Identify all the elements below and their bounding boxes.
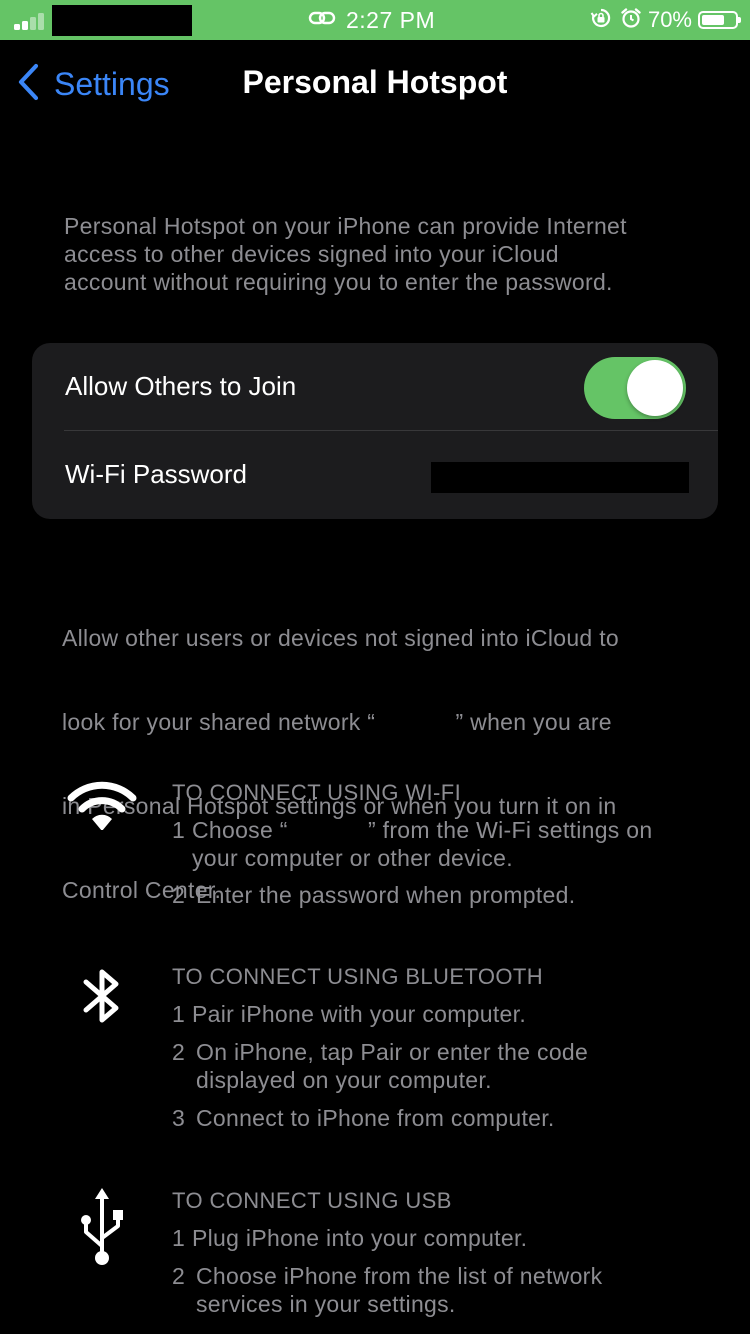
intro-description: Personal Hotspot on your iPhone can prov…: [64, 212, 627, 296]
orientation-lock-icon: [590, 7, 612, 34]
step-number: 2: [172, 1263, 186, 1289]
toggle-knob: [627, 360, 683, 416]
battery-percent: 70%: [647, 7, 692, 32]
usb-icon: [64, 1186, 140, 1266]
hotspot-link-icon: [308, 9, 336, 32]
step-text: On iPhone, tap Pair or enter the code: [196, 1039, 589, 1065]
step-text: Enter the password when prompted.: [196, 882, 576, 908]
status-time: 2:27 PM: [346, 6, 436, 33]
bluetooth-icon: [64, 966, 140, 1026]
allow-others-toggle[interactable]: [584, 357, 686, 419]
battery-icon: [698, 11, 741, 29]
step-number: 2: [172, 1039, 186, 1065]
step-number: 2: [172, 882, 186, 908]
step-text: services in your settings.: [196, 1291, 456, 1317]
wifi-password-label: Wi-Fi Password: [65, 459, 248, 489]
status-center: 2:27 PM: [308, 5, 435, 35]
allow-others-row[interactable]: Allow Others to Join: [32, 343, 718, 431]
bluetooth-section-heading: TO CONNECT USING BLUETOOTH: [172, 964, 544, 989]
intro-line: account without requiring you to enter t…: [64, 269, 613, 295]
footer-line: Allow other users or devices not signed …: [62, 625, 619, 651]
alarm-icon: [620, 7, 642, 34]
step-text: Choose iPhone from the list of network: [196, 1263, 603, 1289]
step-number: 3: [172, 1105, 186, 1131]
wifi-section-heading: TO CONNECT USING WI-FI: [172, 780, 462, 805]
step-text: Pair iPhone with your computer.: [192, 1001, 527, 1027]
carrier-redacted: [52, 5, 192, 36]
step-number: 1: [172, 1001, 186, 1027]
allow-others-label: Allow Others to Join: [65, 371, 297, 401]
step-text: your computer or other device.: [192, 845, 513, 871]
navigation-bar: Settings Personal Hotspot: [0, 40, 750, 128]
intro-line: access to other devices signed into your…: [64, 241, 559, 267]
step-number: 1: [172, 817, 186, 843]
wifi-icon: [64, 778, 140, 830]
connect-usb-section: TO CONNECT USING USB 1 Plug iPhone into …: [0, 1178, 750, 1328]
step-text: Plug iPhone into your computer.: [192, 1225, 528, 1251]
step-text: Choose “ ” from the Wi-Fi settings on: [192, 817, 653, 843]
wifi-password-redacted: [431, 462, 689, 493]
status-right: 70%: [590, 5, 741, 35]
wifi-password-row[interactable]: Wi-Fi Password: [32, 431, 718, 519]
connect-bluetooth-section: TO CONNECT USING BLUETOOTH 1 Pair iPhone…: [0, 954, 750, 1144]
cellular-signal-icon: [14, 12, 48, 30]
footer-line: look for your shared network “ ” when yo…: [62, 709, 612, 735]
hotspot-settings-group: Allow Others to Join Wi-Fi Password: [32, 343, 718, 519]
page-title: Personal Hotspot: [242, 64, 508, 100]
step-text: displayed on your computer.: [196, 1067, 492, 1093]
step-number: 1: [172, 1225, 186, 1251]
intro-line: Personal Hotspot on your iPhone can prov…: [64, 213, 627, 239]
step-text: Connect to iPhone from computer.: [196, 1105, 555, 1131]
personal-hotspot-screen: 2:27 PM 70% Settings Personal Hotspot Pe…: [0, 0, 750, 1334]
status-bar: 2:27 PM 70%: [0, 0, 750, 40]
connect-wifi-section: TO CONNECT USING WI-FI 1 Choose “ ” from…: [0, 770, 750, 920]
usb-section-heading: TO CONNECT USING USB: [172, 1188, 452, 1213]
